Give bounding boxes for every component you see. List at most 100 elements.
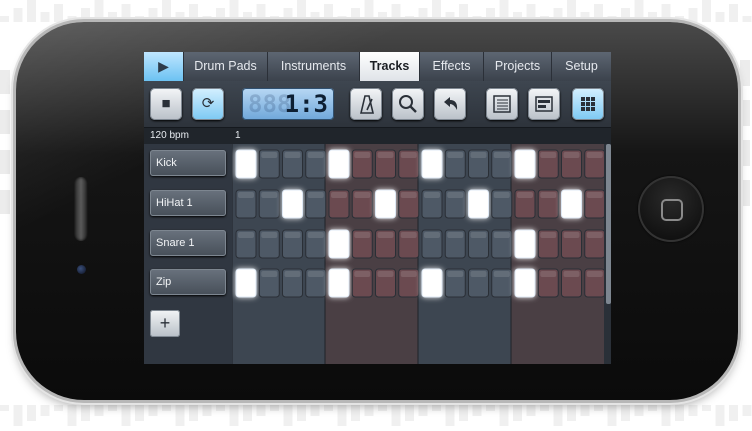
magnifier-icon <box>399 95 417 113</box>
bg-bar <box>594 405 603 411</box>
step-highlight <box>238 232 254 238</box>
step-pad[interactable] <box>375 189 396 219</box>
bg-bar <box>513 12 522 22</box>
undo-icon <box>444 97 458 110</box>
step-pad[interactable] <box>328 229 350 259</box>
step-pad[interactable] <box>235 268 257 298</box>
step-highlight <box>540 271 557 277</box>
home-button[interactable] <box>638 176 704 242</box>
bg-bar <box>742 405 752 416</box>
step-pad[interactable] <box>514 268 536 298</box>
step-pad[interactable] <box>328 268 350 298</box>
grid-dot <box>591 107 595 111</box>
bg-bar <box>27 405 36 421</box>
loop-button[interactable]: ⟳ <box>192 88 224 120</box>
bg-bar <box>189 405 198 421</box>
loop-icon: ⟳ <box>201 95 215 112</box>
bg-bar <box>121 4 131 22</box>
bg-bar <box>634 0 644 22</box>
bg-bar <box>540 405 549 411</box>
metronome-icon <box>359 95 375 114</box>
step-highlight <box>586 271 603 277</box>
bg-bar <box>567 405 576 421</box>
step-pad[interactable] <box>468 189 489 219</box>
step-pad[interactable] <box>235 149 257 179</box>
track-name-button[interactable]: HiHat 1 <box>150 190 226 216</box>
bg-bar <box>40 12 50 22</box>
tab-bar: ▶ Drum Pads Instruments Tracks Effects P… <box>144 52 611 82</box>
list-view-button[interactable] <box>486 88 518 120</box>
step-highlight <box>563 271 580 277</box>
zoom-button[interactable] <box>392 88 424 120</box>
bg-bar <box>405 405 414 421</box>
bg-bar <box>0 70 10 94</box>
step-highlight <box>540 232 557 238</box>
plus-icon: + <box>159 313 171 333</box>
stop-button[interactable]: ■ <box>150 88 182 120</box>
bg-bar <box>27 0 36 22</box>
step-pad[interactable] <box>328 149 350 179</box>
panel-icon <box>535 96 553 112</box>
tab-tracks[interactable]: Tracks <box>360 52 420 81</box>
track-name-button[interactable]: Kick <box>150 150 226 176</box>
tempo-label[interactable]: 120 bpm <box>150 128 189 144</box>
bg-bar <box>729 405 738 421</box>
step-highlight <box>540 192 557 198</box>
bg-bar <box>162 0 171 22</box>
track-name-button[interactable]: Snare 1 <box>150 230 226 256</box>
track-name-button[interactable]: Zip <box>150 269 226 295</box>
bg-bar <box>175 405 185 426</box>
bg-bar <box>121 405 131 426</box>
tab-effects[interactable]: Effects <box>420 52 484 81</box>
bg-bar <box>459 405 468 421</box>
bg-bar <box>54 405 63 411</box>
step-sequencer-grid <box>232 144 604 364</box>
step-pad[interactable] <box>282 189 303 219</box>
add-track-button[interactable]: + <box>150 310 180 337</box>
step-highlight <box>284 271 301 277</box>
bg-bar <box>175 12 185 22</box>
step-pad[interactable] <box>514 149 536 179</box>
bg-bar <box>94 0 104 22</box>
metronome-button[interactable] <box>350 88 382 120</box>
step-highlight <box>586 192 603 198</box>
tab-drum-pads[interactable]: Drum Pads <box>184 52 268 81</box>
bg-bar <box>580 405 590 416</box>
track-list: Kick HiHat 1 Snare 1 Zip + <box>144 144 232 364</box>
bg-bar <box>202 405 212 416</box>
step-pad[interactable] <box>421 149 443 179</box>
bg-bar <box>740 180 750 206</box>
grid-dot <box>586 107 590 111</box>
step-highlight <box>470 152 487 158</box>
bg-bar <box>243 12 252 22</box>
step-highlight <box>447 192 464 198</box>
step-pad[interactable] <box>561 189 582 219</box>
bg-bar <box>216 405 225 411</box>
grid-view-button[interactable] <box>572 88 604 120</box>
bg-bar <box>378 12 387 22</box>
bg-bar <box>432 0 441 22</box>
step-highlight <box>424 192 440 198</box>
step-pad[interactable] <box>421 268 443 298</box>
bg-bar <box>688 8 698 22</box>
grid-dot <box>581 102 585 106</box>
panel-view-button[interactable] <box>528 88 560 120</box>
vertical-scrollbar[interactable] <box>606 144 611 304</box>
step-highlight <box>284 232 301 238</box>
play-button[interactable]: ▶ <box>144 52 184 81</box>
step-highlight <box>377 271 394 277</box>
tab-projects[interactable]: Projects <box>484 52 552 81</box>
bg-bar <box>54 4 63 22</box>
bg-bar <box>418 405 428 416</box>
step-highlight <box>261 232 278 238</box>
tab-setup[interactable]: Setup <box>552 52 611 81</box>
bg-bar <box>283 405 293 426</box>
tab-instruments[interactable]: Instruments <box>268 52 360 81</box>
step-highlight <box>400 232 417 238</box>
undo-button[interactable] <box>434 88 466 120</box>
bg-bar <box>351 405 360 421</box>
bg-bar <box>0 190 10 214</box>
bg-bar <box>67 16 77 22</box>
bg-bar <box>310 12 320 22</box>
step-pad[interactable] <box>514 229 536 259</box>
